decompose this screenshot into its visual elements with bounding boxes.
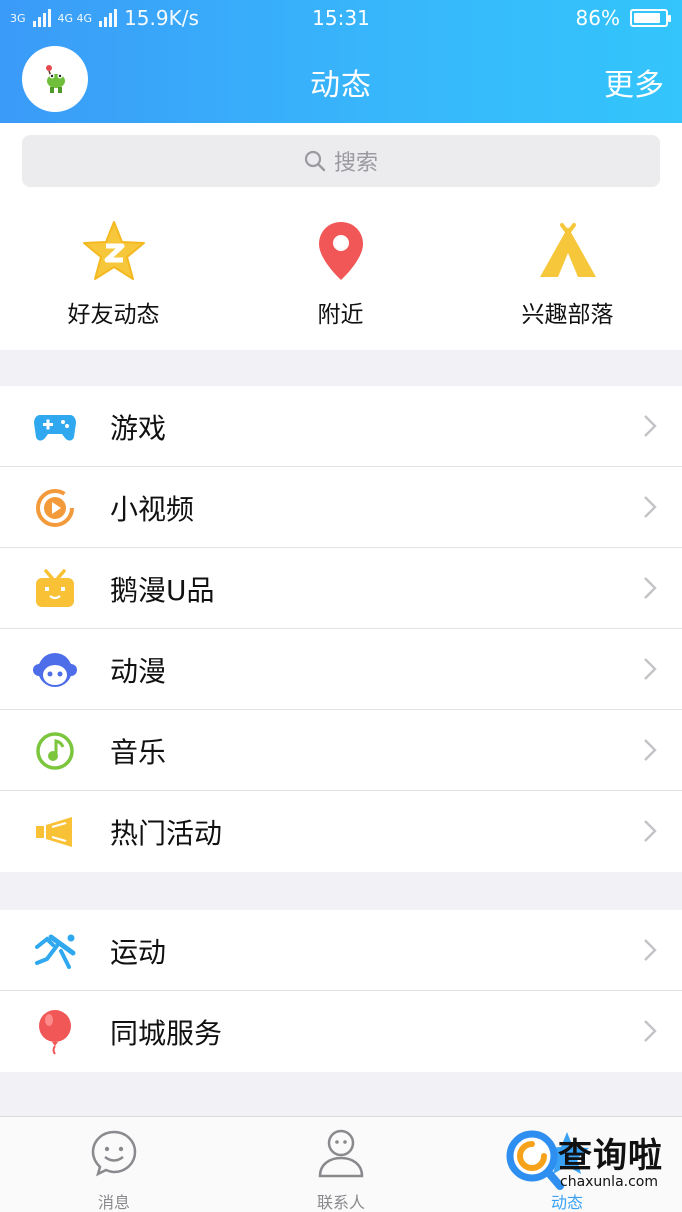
- list-item-label: 运动: [110, 935, 167, 969]
- search-section: 搜索: [0, 123, 682, 201]
- list-item-label: 游戏: [110, 411, 167, 445]
- list-item-emall[interactable]: 鹅漫U品: [0, 548, 682, 629]
- tv-box-icon: [36, 568, 74, 607]
- tab-label: 联系人: [316, 1193, 365, 1212]
- chevron-right-icon: [644, 939, 657, 961]
- quick-item-label: 附近: [317, 302, 364, 328]
- list-item-label: 鹅漫U品: [110, 573, 215, 607]
- play-circle-icon: [36, 488, 74, 527]
- megaphone-icon: [36, 816, 72, 847]
- gamepad-icon: [34, 414, 76, 441]
- list-group-2: 运动 同城服务: [0, 910, 682, 1072]
- list-item-music[interactable]: 音乐: [0, 710, 682, 791]
- quick-item-label: 兴趣部落: [521, 302, 614, 328]
- search-icon: [304, 150, 326, 172]
- quick-item-nearby[interactable]: 附近: [227, 219, 454, 329]
- quick-item-label: 好友动态: [67, 302, 160, 328]
- tent-icon: [539, 223, 596, 277]
- chevron-right-icon: [644, 577, 657, 599]
- runner-icon: [35, 934, 76, 969]
- list-item-short-video[interactable]: 小视频: [0, 467, 682, 548]
- watermark-logo: 查询啦 chaxunla.com: [504, 1126, 674, 1198]
- list-item-label: 小视频: [110, 492, 195, 526]
- list-item-games[interactable]: 游戏: [0, 386, 682, 467]
- quick-access-row: 好友动态 附近 兴趣部落: [0, 201, 682, 350]
- chevron-right-icon: [644, 739, 657, 761]
- magnifier-logo-icon: [506, 1130, 564, 1190]
- status-bar: 3G 4G 4G 15.9K/s 15:31 86%: [0, 0, 682, 36]
- tab-contacts[interactable]: 联系人: [286, 1127, 396, 1212]
- top-header: 3G 4G 4G 15.9K/s 15:31 86% 动态 更多: [0, 0, 682, 123]
- search-placeholder: 搜索: [333, 151, 378, 176]
- qzone-star-icon: [82, 221, 145, 280]
- smiley-chat-icon: [91, 1130, 137, 1177]
- tab-messages[interactable]: 消息: [59, 1127, 169, 1212]
- music-note-icon: [36, 731, 74, 770]
- person-icon: [318, 1129, 364, 1178]
- tab-label: 消息: [97, 1193, 130, 1212]
- quick-item-interest-tribe[interactable]: 兴趣部落: [454, 219, 681, 329]
- list-item-sports[interactable]: 运动: [0, 910, 682, 991]
- watermark-brand: 查询啦: [558, 1136, 663, 1176]
- chevron-right-icon: [644, 820, 657, 842]
- balloon-icon: [39, 1009, 71, 1055]
- chevron-right-icon: [644, 415, 657, 437]
- list-item-local-services[interactable]: 同城服务: [0, 991, 682, 1072]
- search-input[interactable]: 搜索: [22, 135, 660, 187]
- watermark-url: chaxunla.com: [560, 1174, 658, 1190]
- list-item-label: 动漫: [110, 654, 167, 688]
- quick-item-friends-feed[interactable]: 好友动态: [0, 219, 227, 329]
- list-item-anime[interactable]: 动漫: [0, 629, 682, 710]
- chevron-right-icon: [644, 1020, 657, 1042]
- chevron-right-icon: [644, 658, 657, 680]
- list-item-label: 同城服务: [110, 1016, 223, 1050]
- anime-face-icon: [33, 652, 77, 687]
- list-item-hot-events[interactable]: 热门活动: [0, 791, 682, 872]
- location-pin-icon: [318, 222, 363, 280]
- battery-percent: 86%: [575, 6, 620, 30]
- page-title: 动态: [310, 68, 372, 103]
- status-right: 86%: [575, 6, 671, 30]
- chevron-right-icon: [644, 496, 657, 518]
- list-item-label: 热门活动: [110, 816, 223, 850]
- battery-fill: [634, 13, 660, 23]
- list-group-1: 游戏 小视频 鹅漫U品 动漫 音乐 热门活动: [0, 386, 682, 872]
- list-item-label: 音乐: [110, 735, 167, 769]
- battery-icon: [630, 9, 671, 27]
- more-button[interactable]: 更多: [604, 60, 664, 104]
